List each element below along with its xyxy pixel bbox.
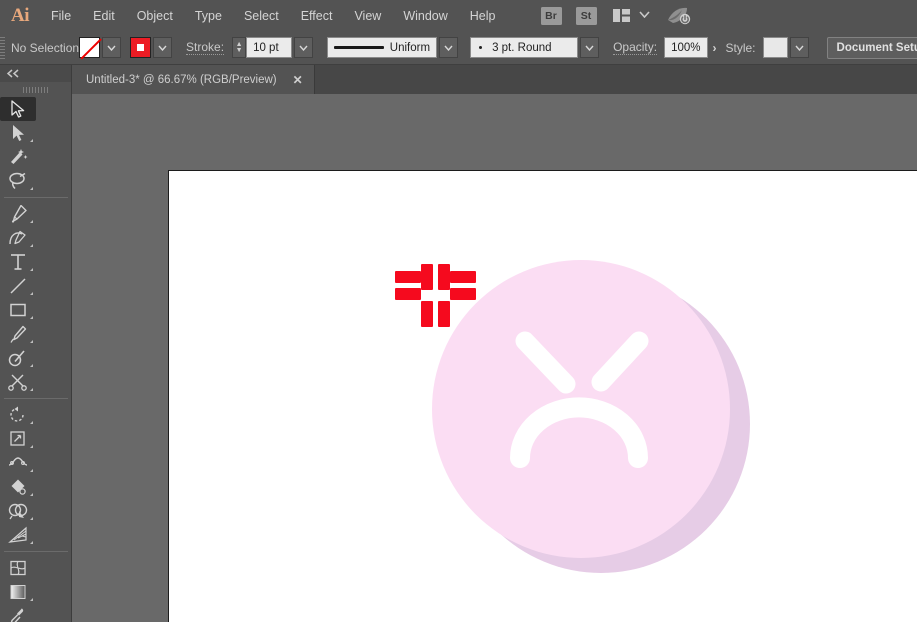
style-label: Style: [725,40,756,55]
opacity-input[interactable]: 100% [664,37,708,58]
document-tab-bar: Untitled-3* @ 66.67% (RGB/Preview) ✕ [72,65,917,94]
fill-dropdown-chevron-down-icon[interactable] [102,37,122,58]
graphic-style-swatch[interactable] [762,37,788,58]
stroke-weight-chevron-down-icon[interactable] [294,37,314,58]
document-tab-title: Untitled-3* @ 66.67% (RGB/Preview) [86,73,277,86]
menu-object[interactable]: Object [126,5,184,27]
stroke-swatch[interactable] [130,37,152,58]
menu-edit[interactable]: Edit [82,5,126,27]
stroke-weight-input[interactable]: 10 pt [246,37,293,58]
width-profile-field[interactable]: Uniform [327,37,438,58]
tools-panel [0,65,72,622]
canvas-area[interactable] [72,94,917,622]
artboard[interactable] [168,170,917,622]
gradient-tool[interactable] [0,580,36,604]
uniform-profile-icon [334,46,384,49]
document-setup-button[interactable]: Document Setup [826,36,917,59]
paintbrush-tool[interactable] [0,322,36,346]
tools-divider [3,197,68,198]
menu-effect[interactable]: Effect [290,5,344,27]
rotate-tool[interactable] [0,403,36,427]
width-profile-value: Uniform [389,41,431,54]
illustrator-window: Ai File Edit Object Type Select Effect V… [0,0,917,622]
shaper-tool[interactable] [0,346,36,370]
shape-builder-tool[interactable] [0,499,36,523]
tools-grid [0,97,71,622]
menu-select[interactable]: Select [233,5,290,27]
angry-face-emoji-artwork[interactable] [169,171,917,622]
free-transform-tool[interactable] [0,475,36,499]
width-profile-chevron-down-icon[interactable] [439,37,459,58]
magic-wand-tool[interactable] [0,145,36,169]
selection-status-label: No Selection [11,40,80,55]
stock-button[interactable]: St [575,6,597,25]
menu-bar: Ai File Edit Object Type Select Effect V… [0,0,917,31]
selection-tool[interactable] [0,97,36,121]
width-tool[interactable] [0,451,36,475]
menu-file[interactable]: File [40,5,82,27]
graphic-style-control[interactable] [762,37,809,58]
line-segment-tool[interactable] [0,274,36,298]
stroke-dropdown-chevron-down-icon[interactable] [153,37,173,58]
pen-tool[interactable] [0,202,36,226]
width-profile-control[interactable]: Uniform [327,37,459,58]
curvature-tool[interactable] [0,226,36,250]
arrange-documents-icon[interactable] [612,9,630,22]
fill-swatch[interactable] [79,37,101,58]
menubar-tools: Br St [535,6,692,25]
tools-divider-3 [3,551,68,552]
fill-color-control[interactable] [79,37,122,58]
scissors-tool[interactable] [0,370,36,394]
brush-definition-control[interactable]: 3 pt. Round [470,37,600,58]
opacity-label: Opacity: [613,40,658,55]
close-icon[interactable]: ✕ [293,73,303,87]
opacity-expand-chevron-right-icon[interactable]: › [708,41,722,55]
mesh-tool[interactable] [0,556,36,580]
bridge-button[interactable]: Br [540,6,562,25]
chevron-down-icon[interactable] [638,10,650,21]
eyedropper-tool[interactable] [0,604,36,622]
rocket-search-icon[interactable] [666,7,692,25]
document-tab[interactable]: Untitled-3* @ 66.67% (RGB/Preview) ✕ [72,65,315,94]
menu-window[interactable]: Window [392,5,458,27]
tools-divider-2 [3,398,68,399]
perspective-grid-tool[interactable] [0,523,36,547]
scale-tool[interactable] [0,427,36,451]
menu-view[interactable]: View [343,5,392,27]
lasso-tool[interactable] [0,169,36,193]
graphic-style-chevron-down-icon[interactable] [789,37,809,58]
control-bar: No Selection Stroke: ▲ ▼ 10 pt Uniform 3… [0,31,917,65]
brush-dot-icon [479,46,483,49]
brush-definition-field[interactable]: 3 pt. Round [470,37,579,58]
stroke-color-control[interactable] [130,37,173,58]
stroke-weight-control[interactable]: ▲ ▼ 10 pt [232,37,314,58]
menu-help[interactable]: Help [459,5,507,27]
brush-definition-chevron-down-icon[interactable] [580,37,600,58]
type-tool[interactable] [0,250,36,274]
stepper-down-icon[interactable]: ▼ [236,47,243,54]
menu-type[interactable]: Type [184,5,233,27]
app-logo: Ai [11,4,30,26]
direct-selection-tool[interactable] [0,121,36,145]
stroke-weight-stepper[interactable]: ▲ ▼ [232,37,247,58]
rectangle-tool[interactable] [0,298,36,322]
brush-definition-value: 3 pt. Round [492,41,552,54]
stroke-weight-label: Stroke: [186,40,225,55]
tools-panel-grip[interactable] [0,82,71,97]
tools-panel-collapse-double-chevron-left-icon[interactable] [0,65,71,82]
